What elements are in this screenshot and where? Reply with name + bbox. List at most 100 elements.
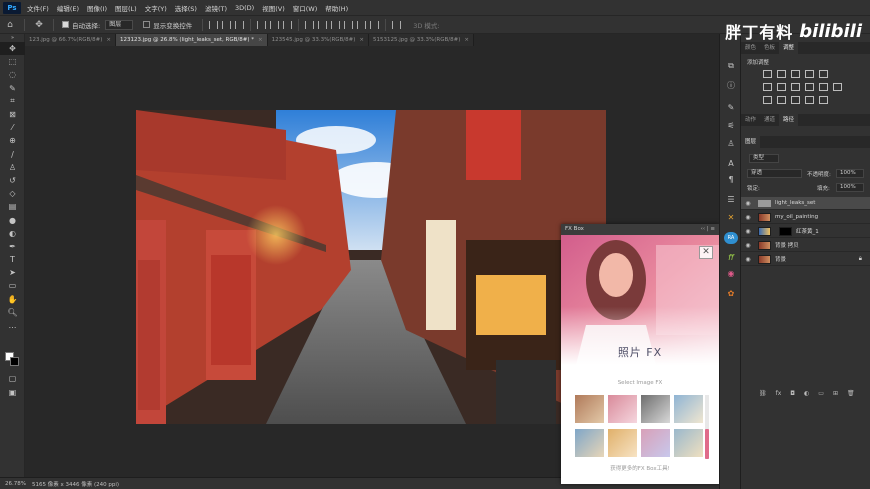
brush-tool-icon[interactable]: ∕ [0, 148, 25, 161]
add-mask-icon[interactable]: ◘ [790, 390, 795, 397]
document-tab[interactable]: 123545.jpg @ 33.3%(RGB/8#) × [267, 34, 370, 46]
menu-help[interactable]: 帮助(H) [321, 3, 352, 13]
crop-tool-icon[interactable]: ⌗ [0, 95, 25, 108]
eyedropper-tool-icon[interactable]: ⁄ [0, 121, 25, 134]
move-tool-icon[interactable]: ✥ [0, 42, 25, 56]
blur-tool-icon[interactable]: ● [0, 213, 25, 226]
menu-file[interactable]: 文件(F) [23, 3, 53, 13]
visibility-eye-icon[interactable]: ◉ [741, 200, 755, 207]
curves-icon[interactable] [791, 70, 800, 78]
distribute-center-icon[interactable] [357, 20, 367, 29]
align-left-icon[interactable] [209, 20, 219, 29]
quick-mask-icon[interactable]: ▢ [0, 372, 25, 385]
menu-filter[interactable]: 滤镜(T) [201, 3, 231, 13]
ff-plugin-icon[interactable]: ff [724, 252, 738, 264]
photo-filter-icon[interactable] [805, 83, 814, 91]
align-center-icon[interactable] [222, 20, 232, 29]
layer-row[interactable]: ◉ 背景 拷贝 [741, 239, 870, 252]
brush-settings-icon[interactable]: ✎ [724, 102, 738, 114]
fx-scrollbar[interactable] [705, 395, 709, 459]
quick-select-tool-icon[interactable]: ✎ [0, 82, 25, 95]
exposure-icon[interactable] [805, 70, 814, 78]
brushes-icon[interactable]: ⚟ [724, 120, 738, 132]
posterize-icon[interactable] [777, 96, 786, 104]
eraser-tool-icon[interactable]: ◇ [0, 187, 25, 200]
clone-source-icon[interactable]: ♙ [724, 138, 738, 150]
document-tab-active[interactable]: 123123.jpg @ 26.8% (light_leaks_set, RGB… [115, 34, 268, 46]
layer-row[interactable]: ◉ 背景 🔒︎ [741, 253, 870, 266]
history-brush-tool-icon[interactable]: ↺ [0, 174, 25, 187]
fx-thumbnail[interactable] [575, 395, 604, 423]
fx-thumbnail[interactable] [674, 429, 703, 457]
channel-mixer-icon[interactable] [819, 83, 828, 91]
screen-mode-icon[interactable]: ▣ [0, 386, 25, 399]
zoom-level[interactable]: 26.78% [5, 481, 26, 487]
new-adjustment-icon[interactable]: ◐ [804, 390, 809, 397]
menu-view[interactable]: 视图(V) [258, 3, 289, 13]
menu-edit[interactable]: 编辑(E) [53, 3, 83, 13]
new-layer-icon[interactable]: ⊞ [833, 390, 838, 397]
document-tab[interactable]: 123.jpg @ 66.7%(RGB/8#) × [25, 34, 116, 46]
fx-box-titlebar[interactable]: FX Box ‹‹ | ≡ [561, 224, 719, 235]
document-tab[interactable]: 5153125.jpg @ 33.3%(RGB/8#) × [369, 34, 474, 46]
fx-thumbnail[interactable] [674, 395, 703, 423]
fx-thumbnail[interactable] [608, 395, 637, 423]
visibility-eye-icon[interactable]: ◉ [741, 228, 755, 235]
dodge-tool-icon[interactable]: ◐ [0, 227, 25, 240]
background-color-swatch[interactable] [10, 357, 19, 366]
fx-close-button[interactable]: ✕ [699, 246, 713, 259]
fx-thumbnail[interactable] [641, 429, 670, 457]
distribute-left-icon[interactable] [344, 20, 354, 29]
layer-row[interactable]: ◉ my_oil_painting [741, 211, 870, 224]
type-tool-icon[interactable]: T [0, 253, 25, 266]
tab-close-icon[interactable]: × [258, 34, 263, 46]
fx-scrollbar-thumb[interactable] [705, 429, 709, 459]
rectangle-tool-icon[interactable]: ▭ [0, 279, 25, 292]
show-transform-checkbox[interactable] [143, 21, 151, 28]
tab-close-icon[interactable]: × [106, 34, 111, 46]
tools-plugin-icon[interactable]: ✕ [724, 212, 738, 224]
delete-layer-icon[interactable]: 🗑︎ [847, 390, 855, 397]
fx-thumbnail[interactable] [641, 395, 670, 423]
color-wheel-plugin-icon[interactable]: ◉ [724, 268, 738, 280]
zoom-tool-icon[interactable]: 🔍︎ [0, 306, 25, 319]
vibrance-icon[interactable] [819, 70, 828, 78]
opacity-input[interactable]: 100% [836, 169, 864, 178]
marquee-tool-icon[interactable]: ⬚ [0, 55, 25, 68]
tab-channels[interactable]: 通道 [760, 114, 779, 126]
tab-actions[interactable]: 动作 [741, 114, 760, 126]
menu-image[interactable]: 图像(I) [83, 3, 111, 13]
auto-select-checkbox[interactable] [62, 21, 69, 28]
tab-layers[interactable]: 图层 [741, 136, 761, 148]
levels-icon[interactable] [777, 70, 786, 78]
menu-select[interactable]: 选择(S) [171, 3, 201, 13]
fx-thumbnail[interactable] [575, 429, 604, 457]
path-select-tool-icon[interactable]: ➤ [0, 266, 25, 279]
gradient-tool-icon[interactable]: ▤ [0, 200, 25, 213]
new-group-icon[interactable]: ▭ [818, 390, 824, 397]
blend-mode-select[interactable]: 穿透 [747, 169, 802, 178]
align-bottom-icon[interactable] [283, 20, 293, 29]
tab-paths[interactable]: 路径 [779, 114, 799, 126]
fx-footer-link[interactable]: 获得更多的FX Box工具! [561, 464, 719, 472]
collapse-icon[interactable]: » [0, 34, 25, 42]
lasso-tool-icon[interactable]: ◌ [0, 68, 25, 81]
fx-thumbnail[interactable] [608, 429, 637, 457]
layer-kind-filter[interactable]: 类型 [749, 154, 779, 163]
frame-tool-icon[interactable]: ⊠ [0, 108, 25, 121]
properties-icon[interactable]: ☰ [724, 194, 738, 206]
layer-style-icon[interactable]: fx [776, 390, 782, 397]
layer-row[interactable]: ◉ light_leaks_set [741, 197, 870, 210]
align-right-icon[interactable] [235, 20, 245, 29]
selective-color-icon[interactable] [819, 96, 828, 104]
fill-input[interactable]: 100% [836, 183, 864, 192]
hue-saturation-icon[interactable] [763, 83, 772, 91]
ra-plugin-icon[interactable]: RA [724, 232, 738, 244]
healing-brush-tool-icon[interactable]: ⊕ [0, 134, 25, 147]
auto-align-icon[interactable] [392, 20, 402, 29]
invert-icon[interactable] [763, 96, 772, 104]
menu-3d[interactable]: 3D(D) [231, 4, 258, 12]
threshold-icon[interactable] [791, 96, 800, 104]
tab-close-icon[interactable]: × [464, 34, 469, 46]
auto-select-dropdown[interactable]: 图层 [105, 19, 134, 30]
